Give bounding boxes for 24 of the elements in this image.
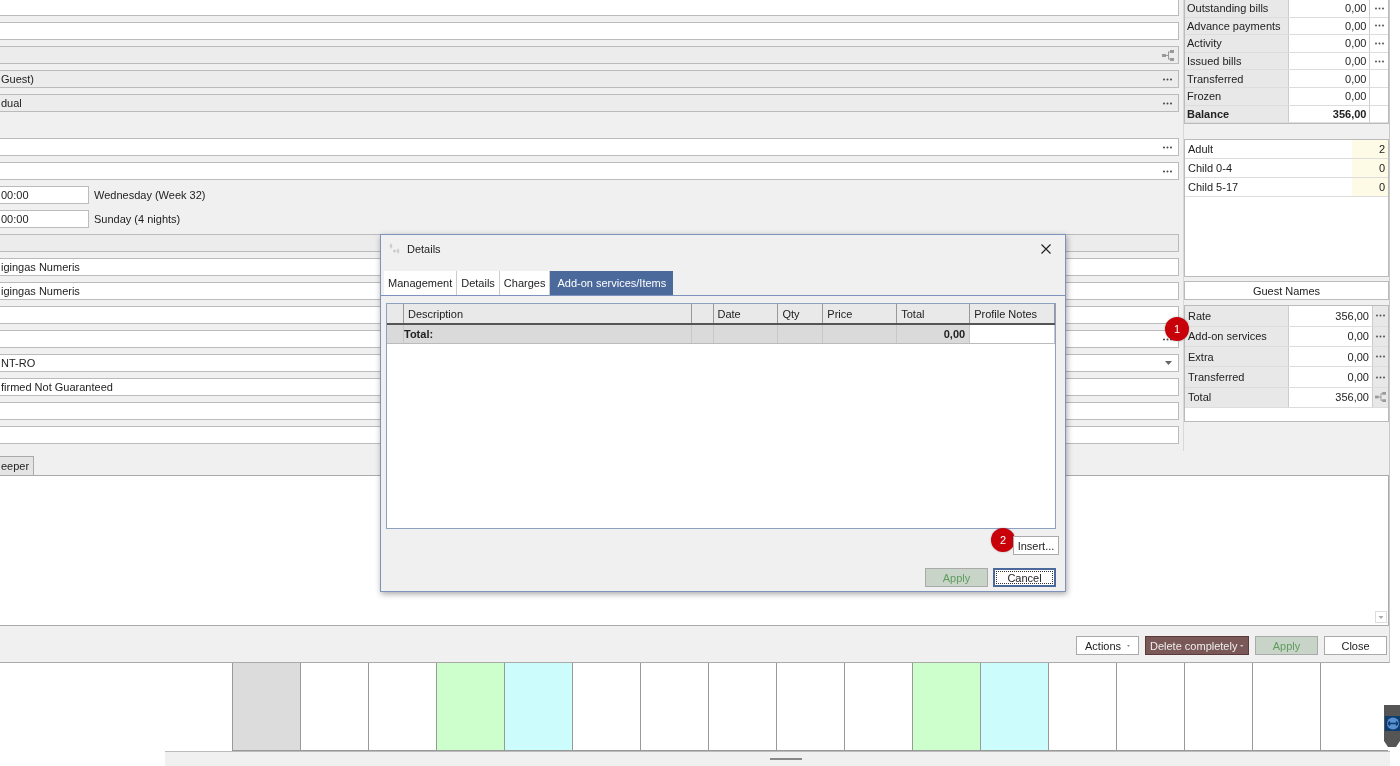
guest-type-label: Child 5-17 (1187, 180, 1240, 196)
step-badge: 2 (991, 528, 1015, 552)
total-label: Total: (404, 325, 692, 343)
account-label: Activity (1185, 35, 1290, 52)
account-value: 0,00 (1289, 70, 1370, 87)
dialog-title: Details (407, 243, 442, 255)
charge-value: 0,00 (1346, 329, 1370, 345)
account-label: Outstanding bills (1185, 0, 1290, 17)
charge-label: Total (1185, 387, 1289, 408)
guest-type-label: Adult (1187, 142, 1215, 158)
charge-value: 356,00 (1334, 308, 1370, 324)
charge-value: 0,00 (1346, 370, 1370, 385)
charge-label: Rate (1185, 306, 1289, 326)
charge-value: 356,00 (1334, 390, 1370, 406)
charge-label: Extra (1185, 346, 1289, 367)
charge-value: 0,00 (1346, 349, 1370, 365)
total-value: 0,00 (897, 325, 971, 343)
guest-type-label: Child 0-4 (1187, 161, 1234, 177)
account-value: 0,00 (1289, 0, 1370, 17)
day-label: Sunday (4 nights) (94, 213, 181, 225)
day-label: Wednesday (Week 32) (94, 189, 206, 201)
account-value: 0,00 (1289, 35, 1370, 52)
charge-label: Transferred (1185, 367, 1289, 387)
account-label: Transferred (1185, 70, 1290, 87)
